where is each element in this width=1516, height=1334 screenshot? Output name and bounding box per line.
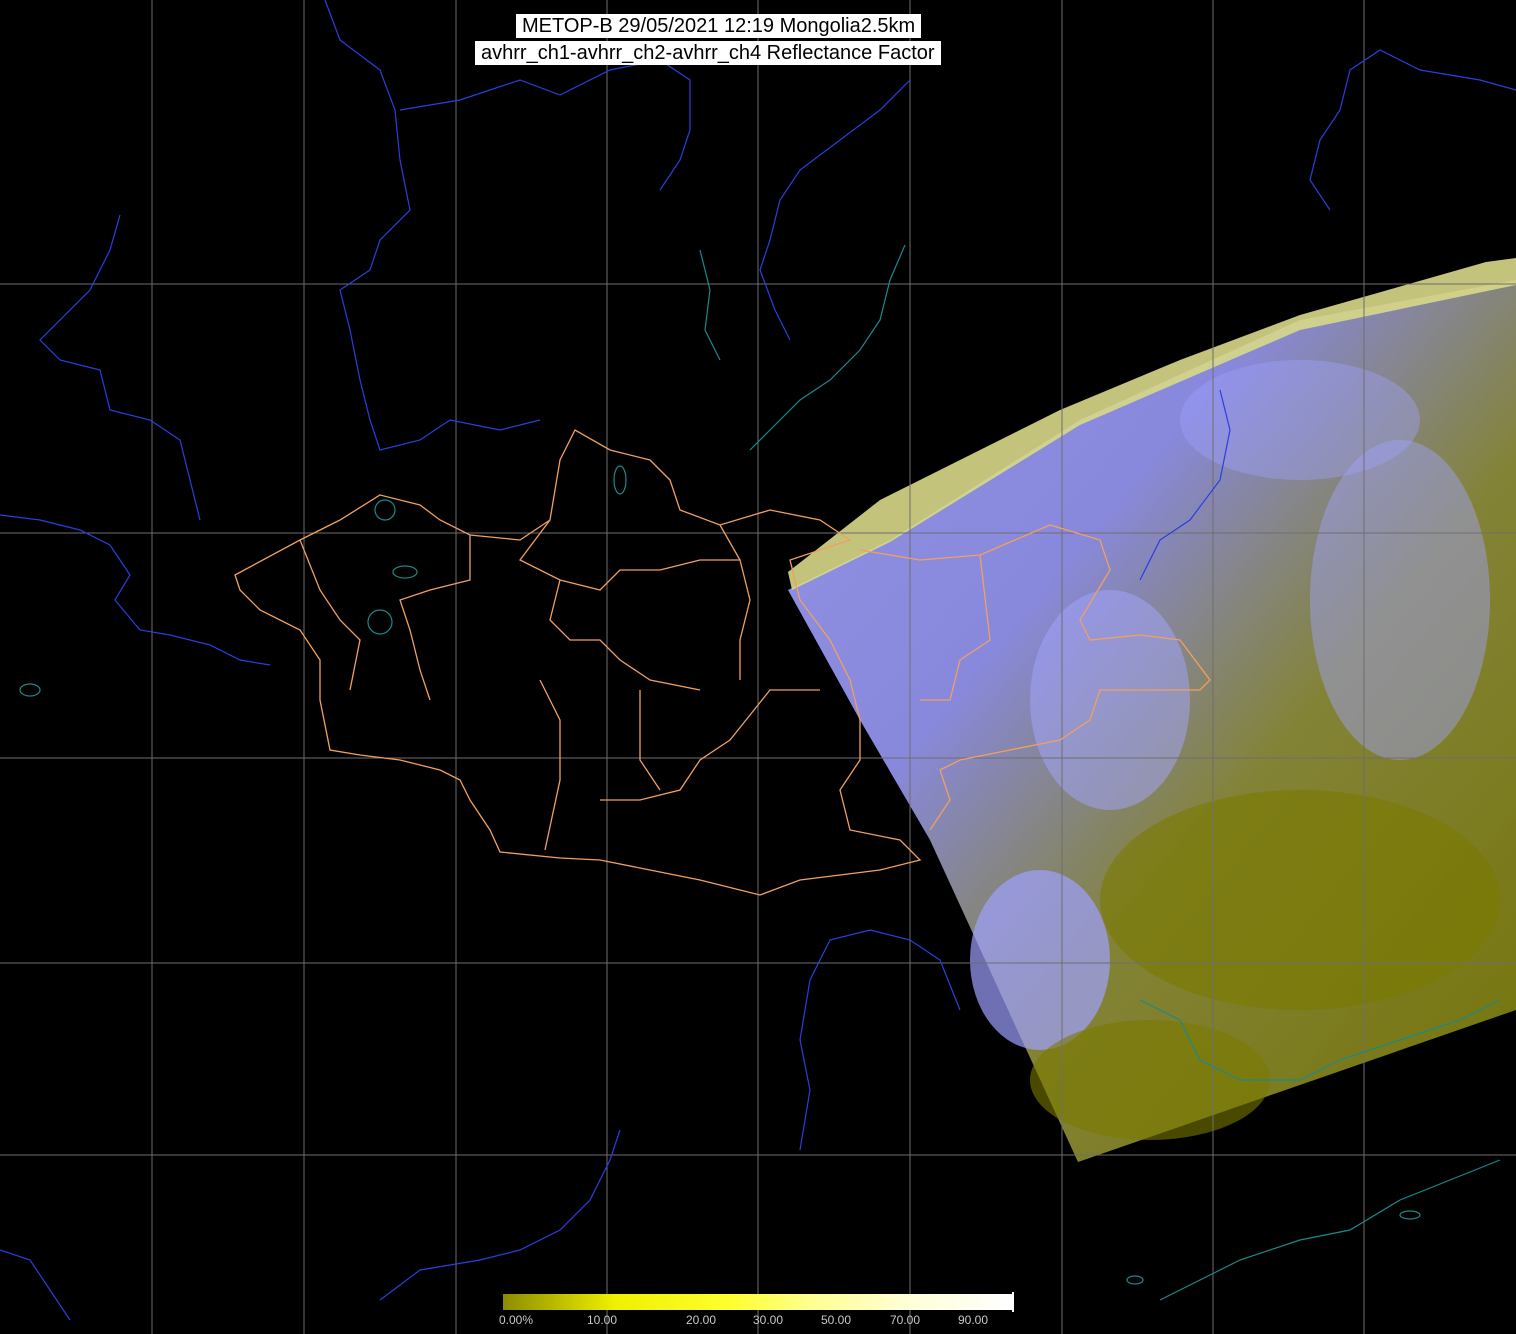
colorbar-label: 70.00 bbox=[890, 1313, 921, 1327]
cloud-patch bbox=[1310, 440, 1490, 760]
map-title: METOP-B 29/05/2021 12:19 Mongolia2.5km bbox=[516, 14, 922, 38]
colorbar-label: 10.00 bbox=[587, 1313, 618, 1327]
cloud-patch bbox=[1180, 360, 1420, 480]
colorbar-label: 90.00 bbox=[958, 1313, 989, 1327]
colorbar-label: 30.00 bbox=[753, 1313, 784, 1327]
satellite-map bbox=[0, 0, 1516, 1334]
colorbar-gradient bbox=[503, 1294, 1013, 1310]
satellite-swath bbox=[788, 258, 1516, 1162]
colorbar-label: 0.00% bbox=[499, 1313, 534, 1327]
colorbar-label: 50.00 bbox=[821, 1313, 852, 1327]
colorbar-label: 20.00 bbox=[686, 1313, 717, 1327]
ground-patch bbox=[1100, 790, 1500, 1010]
cloud-patch bbox=[970, 870, 1110, 1050]
colorbar bbox=[503, 1292, 1014, 1312]
map-subtitle: avhrr_ch1-avhrr_ch2-avhrr_ch4 Reflectanc… bbox=[475, 41, 941, 65]
cloud-patch bbox=[1030, 590, 1190, 810]
ground-patch bbox=[1030, 1020, 1270, 1140]
